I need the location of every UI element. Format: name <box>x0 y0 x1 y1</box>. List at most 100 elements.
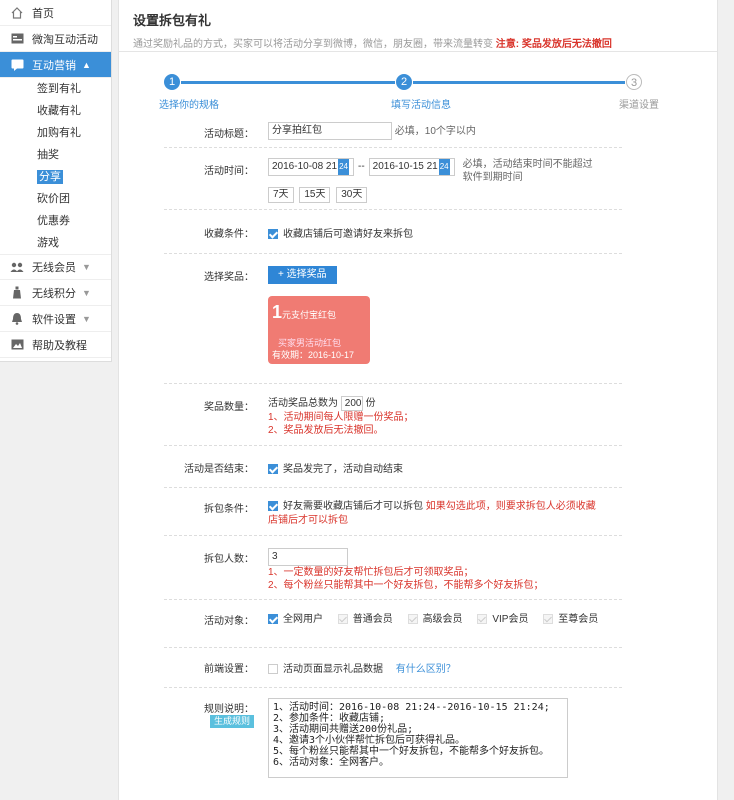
nav-software-settings[interactable]: 软件设置 ▼ <box>0 306 111 332</box>
quick-15-days-button[interactable]: 15天 <box>299 187 331 203</box>
coupon-amount-line: 1元支付宝红包 <box>272 302 366 323</box>
start-time-value: 2016-10-08 21 <box>272 161 338 172</box>
title-field-group: 分享拍红包 必填，10个字以内 <box>268 122 622 141</box>
sidebar-sub-game[interactable]: 游戏 <box>0 232 111 254</box>
calendar-icon[interactable]: 24 <box>438 159 450 175</box>
prize-label: 选择奖品： <box>204 272 254 283</box>
chevron-down-icon: ▼ <box>82 287 91 298</box>
frontend-checkbox[interactable] <box>268 664 278 675</box>
end-time-input[interactable]: 2016-10-15 21 24 <box>368 158 455 176</box>
row-quantity: 奖品数量： 活动奖品总数为 200 份 1、活动期间每人限赠一份奖品； 2、奖品… <box>164 384 622 446</box>
generate-rules-button[interactable]: 生成规则 <box>209 715 254 728</box>
nav-help-label: 帮助及教程 <box>32 339 87 352</box>
row-frontend: 前端设置： 活动页面显示礼品数据 有什么区别？ <box>164 648 622 688</box>
row-target: 活动对象： 全网用户 普通会员 高级会员 VIP会员 至尊会员 <box>164 600 622 648</box>
target-supreme-checkbox[interactable] <box>543 614 554 625</box>
row-prize: 选择奖品： + 选择奖品 1元支付宝红包 买家男活动红包 有效期：2016-10… <box>164 254 622 384</box>
rules-field: 1、活动时间：2016-10-08 21:24--2016-10-15 21:2… <box>268 698 622 778</box>
quantity-input[interactable]: 200 <box>340 396 363 411</box>
target-vip-checkbox[interactable] <box>477 614 488 625</box>
auto-end-label: 活动是否结束： <box>184 464 254 475</box>
collect-checkbox[interactable] <box>268 229 278 240</box>
rules-label-group: 规则说明： 生成规则 <box>164 700 254 728</box>
unpack-condition-checkbox[interactable] <box>268 501 278 512</box>
start-time-input[interactable]: 2016-10-08 21 24 <box>268 158 354 176</box>
auto-end-field: 奖品发完了，活动自动结束 <box>268 460 622 475</box>
page-desc-warning: 注意: 奖品发放后无法撤回 <box>495 39 612 50</box>
title-hint: 必填，10个字以内 <box>394 126 476 137</box>
target-all-checkbox[interactable] <box>268 614 278 625</box>
step-1-circle: 1 <box>164 74 180 90</box>
row-unpack-condition: 拆包条件： 好友需要收藏店铺后才可以拆包 如果勾选此项，则要求拆包人必须收藏店铺… <box>164 488 622 536</box>
auto-end-checkbox[interactable] <box>268 464 278 475</box>
sidebar-sub-share-label: 分享 <box>37 170 63 184</box>
rules-textarea[interactable]: 1、活动时间：2016-10-08 21:24--2016-10-15 21:2… <box>268 698 568 778</box>
chat-icon <box>10 58 24 72</box>
sidebar-sub-lottery[interactable]: 抽奖 <box>0 144 111 166</box>
coupon-unit: 元支付宝红包 <box>282 310 337 320</box>
chevron-up-icon: ▲ <box>82 59 91 70</box>
quantity-text: 活动奖品总数为 <box>268 398 338 410</box>
step-1-label: 选择你的规格 <box>159 100 219 111</box>
quantity-note-1: 1、活动期间每人限赠一份奖品； <box>268 412 414 423</box>
quantity-label: 奖品数量： <box>204 402 254 413</box>
sidebar-sub-checkin[interactable]: 签到有礼 <box>0 78 111 100</box>
step-3-label: 渠道设置 <box>619 100 659 111</box>
unpack-people-note-1: 1、一定数量的好友帮忙拆包后才可领取奖品； <box>268 567 474 578</box>
select-prize-button[interactable]: + 选择奖品 <box>268 266 337 284</box>
activity-form: 活动标题： 分享拍红包 必填，10个字以内 活动时间： 2016-10-08 2… <box>119 114 717 778</box>
chevron-down-icon: ▼ <box>82 262 91 272</box>
page-header: 设置拆包有礼 通过奖励礼品的方式，买家可以将活动分享到微博，微信，朋友圈，带来流… <box>119 0 717 52</box>
step-line-2 <box>413 81 625 84</box>
bell-icon <box>10 312 24 326</box>
nav-weitao[interactable]: 微淘互动活动 <box>0 26 111 52</box>
nav-help[interactable]: 帮助及教程 <box>0 332 111 358</box>
row-collect: 收藏条件： 收藏店铺后可邀请好友来拆包 <box>164 210 622 254</box>
step-2-label: 填写活动信息 <box>391 100 451 111</box>
collect-field: 收藏店铺后可邀请好友来拆包 <box>268 225 622 240</box>
sidebar-sub-addcart[interactable]: 加购有礼 <box>0 122 111 144</box>
group-icon <box>10 260 24 274</box>
nav-settings-label: 软件设置 <box>32 313 76 326</box>
unpack-people-input[interactable]: 3 <box>268 548 348 566</box>
nav-wireless-points[interactable]: 无线积分 ▼ <box>0 280 111 306</box>
nav-points-label: 无线积分 <box>32 287 76 300</box>
nav-member-label: 无线会员 <box>32 262 76 274</box>
frontend-field: 活动页面显示礼品数据 有什么区别？ <box>268 660 622 675</box>
sidebar-sub-bargain[interactable]: 砍价团 <box>0 188 111 210</box>
title-input[interactable]: 分享拍红包 <box>268 122 392 141</box>
row-time: 活动时间： 2016-10-08 21 24 -- 2016-10-15 21 24… <box>164 148 622 210</box>
frontend-help-link[interactable]: 有什么区别？ <box>396 664 456 675</box>
quick-30-days-button[interactable]: 30天 <box>336 187 368 203</box>
unpack-people-note-2: 2、每个粉丝只能帮其中一个好友拆包，不能帮多个好友拆包； <box>268 580 544 591</box>
quantity-unit: 份 <box>365 398 376 410</box>
unpack-condition-field: 好友需要收藏店铺后才可以拆包 如果勾选此项，则要求拆包人必须收藏店铺后才可以拆包 <box>268 500 598 528</box>
step-2-circle: 2 <box>396 74 412 90</box>
quick-7-days-button[interactable]: 7天 <box>268 187 294 203</box>
calendar-icon[interactable]: 24 <box>338 159 349 175</box>
sidebar-sub-favorite[interactable]: 收藏有礼 <box>0 100 111 122</box>
nav-home[interactable]: 首页 <box>0 0 111 26</box>
auto-end-text: 奖品发完了，活动自动结束 <box>283 464 403 475</box>
prize-coupon-card[interactable]: 1元支付宝红包 买家男活动红包 有效期：2016-10-17 <box>268 296 370 364</box>
unpack-condition-label: 拆包条件： <box>204 504 254 515</box>
sidebar-sub-coupon[interactable]: 优惠券 <box>0 210 111 232</box>
row-title: 活动标题： 分享拍红包 必填，10个字以内 <box>164 114 622 148</box>
coupon-amount: 1 <box>272 302 283 322</box>
unpack-people-field: 3 1、一定数量的好友帮忙拆包后才可领取奖品； 2、每个粉丝只能帮其中一个好友拆… <box>268 548 622 592</box>
rules-label: 规则说明： <box>204 704 254 715</box>
target-all-label: 全网用户 <box>283 614 323 625</box>
target-senior-checkbox[interactable] <box>407 614 418 625</box>
prize-field: + 选择奖品 1元支付宝红包 买家男活动红包 有效期：2016-10-17 <box>268 266 622 364</box>
target-vip-label: VIP会员 <box>492 614 529 625</box>
target-normal-checkbox[interactable] <box>337 614 348 625</box>
image-icon <box>10 338 24 352</box>
frontend-label: 前端设置： <box>204 664 254 675</box>
sidebar-sub-share[interactable]: 分享 <box>0 166 111 188</box>
page-title: 设置拆包有礼 <box>133 13 212 28</box>
title-label: 活动标题： <box>204 129 254 140</box>
nav-interactive-marketing[interactable]: 互动营销 ▲ <box>0 52 111 78</box>
unpack-people-label: 拆包人数： <box>204 554 254 565</box>
row-rules: 规则说明： 生成规则 1、活动时间：2016-10-08 21:24--2016… <box>164 688 622 778</box>
nav-wireless-member[interactable]: 无线会员 ▼ <box>0 254 111 280</box>
